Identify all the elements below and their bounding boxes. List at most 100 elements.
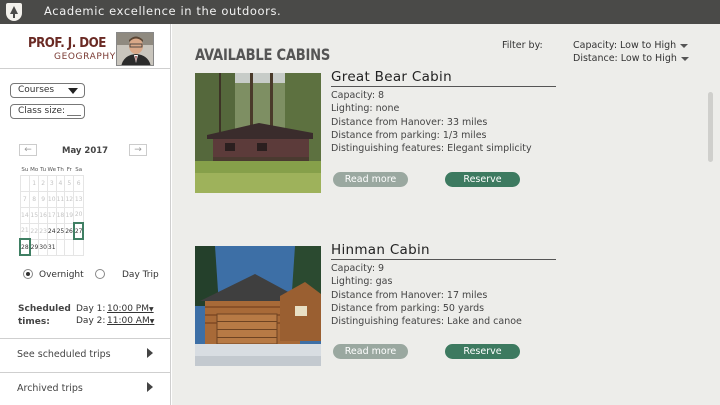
cabin-distance-parking: Distance from parking: 1/3 miles xyxy=(331,130,487,141)
scrollbar-thumb[interactable] xyxy=(708,92,713,162)
chevron-down-icon xyxy=(68,88,78,94)
calendar-day: 20 xyxy=(73,206,84,224)
divider xyxy=(331,259,556,260)
cabin-capacity: Capacity: 8 xyxy=(331,90,385,101)
professor-name: PROF. J. DOE xyxy=(28,35,106,51)
arrow-left-icon[interactable]: ← xyxy=(19,144,37,156)
calendar-day: 18 xyxy=(55,206,66,224)
calendar-day: 22 xyxy=(29,222,40,240)
day2-time: 11:00 AM xyxy=(107,316,150,326)
calendar-day: 10 xyxy=(46,190,57,208)
courses-dropdown[interactable]: Courses xyxy=(10,83,85,98)
class-size-field[interactable]: Class size: xyxy=(10,104,85,119)
calendar-week: 123456 xyxy=(19,174,84,192)
avatar xyxy=(116,32,154,66)
chevron-down-icon: ▼ xyxy=(149,318,155,325)
department: GEOGRAPHY xyxy=(54,52,116,62)
capacity-filter-dropdown[interactable]: Capacity: Low to High xyxy=(573,40,689,51)
archived-trips-link[interactable]: Archived trips xyxy=(0,372,171,405)
great-bear-cabin-photo xyxy=(195,73,321,193)
class-size-value[interactable] xyxy=(67,115,81,116)
calendar-empty-cell xyxy=(73,238,84,256)
calendar-day: 5 xyxy=(64,174,75,192)
weekday-header: Tu xyxy=(40,166,47,173)
calendar-day[interactable]: 29 xyxy=(29,238,40,256)
weekday-header: Th xyxy=(56,166,64,173)
calendar-day[interactable]: 24 xyxy=(46,222,57,240)
divider xyxy=(331,86,556,87)
cabin-card: Great Bear Cabin Capacity: 8 Lighting: n… xyxy=(195,69,695,198)
main-content: AVAILABLE CABINS Filter by: Capacity: Lo… xyxy=(172,24,720,405)
calendar-day: 12 xyxy=(64,190,75,208)
cabin-distance-hanover: Distance from Hanover: 33 miles xyxy=(331,117,488,128)
calendar-day: 15 xyxy=(29,206,40,224)
calendar-day[interactable]: 31 xyxy=(46,238,57,256)
calendar-day: 19 xyxy=(64,206,75,224)
cabin-lighting: Lighting: none xyxy=(331,103,400,114)
calendar-day[interactable]: 26 xyxy=(64,222,75,240)
calendar-week: 7 8 9 10 11 12 13 xyxy=(19,190,84,208)
cabin-lighting: Lighting: gas xyxy=(331,276,393,287)
weekday-header: Mo xyxy=(30,166,39,173)
reserve-button[interactable]: Reserve xyxy=(445,344,520,359)
cabin-distance-parking: Distance from parking: 50 yards xyxy=(331,303,485,314)
chevron-right-icon xyxy=(147,348,153,358)
day2-label: Day 2: xyxy=(76,316,106,326)
arrow-right-icon[interactable]: → xyxy=(129,144,147,156)
calendar-day: 1 xyxy=(29,174,40,192)
calendar-day: 11 xyxy=(55,190,66,208)
weekday-header: Sa xyxy=(75,166,83,173)
day1-label: Day 1: xyxy=(76,304,106,314)
read-more-button[interactable]: Read more xyxy=(333,344,408,359)
distance-filter-dropdown[interactable]: Distance: Low to High xyxy=(573,53,689,64)
calendar-day: 16 xyxy=(38,206,48,224)
calendar-grid: Su Mo Tu We Th Fr Sa 1 2 3 4 5 6 7 8 9 10 11 12 13 14 15 16 17… xyxy=(19,165,85,256)
day1-time-select[interactable]: 10:00 PM▼ xyxy=(107,304,154,314)
see-scheduled-trips-label: See scheduled trips xyxy=(17,349,111,360)
cabin-title: Great Bear Cabin xyxy=(331,69,452,85)
see-scheduled-trips-link[interactable]: See scheduled trips xyxy=(0,338,171,370)
profile-header: PROF. J. DOE GEOGRAPHY xyxy=(0,24,171,69)
scheduled-label-2: times: xyxy=(18,317,50,327)
calendar-day: 3 xyxy=(46,174,57,192)
calendar-day: 17 xyxy=(46,206,57,224)
calendar-empty-cell xyxy=(64,238,75,256)
calendar-day: 8 xyxy=(29,190,40,208)
calendar-day[interactable]: 27 xyxy=(72,222,85,240)
calendar-day: 9 xyxy=(38,190,48,208)
calendar-day[interactable]: 30 xyxy=(38,238,48,256)
calendar-day[interactable]: 25 xyxy=(55,222,66,240)
page-title: AVAILABLE CABINS xyxy=(195,45,331,64)
reserve-button[interactable]: Reserve xyxy=(445,172,520,187)
chevron-down-icon xyxy=(680,56,689,61)
day1-time: 10:00 PM xyxy=(107,304,149,314)
cabin-features: Distinguishing features: Lake and canoe xyxy=(331,316,522,327)
calendar-day: 4 xyxy=(55,174,66,192)
tree-logo-icon[interactable] xyxy=(6,3,22,21)
calendar-day: 2 xyxy=(38,174,48,192)
hinman-cabin-photo xyxy=(195,246,321,366)
calendar-day: 7 xyxy=(19,190,31,208)
overnight-label: Overnight xyxy=(39,270,84,280)
day-trip-radio[interactable] xyxy=(95,269,105,279)
chevron-right-icon xyxy=(147,382,153,392)
distance-filter-label: Distance: Low to High xyxy=(573,53,677,64)
sidebar: PROF. J. DOE GEOGRAPHY Courses Class siz… xyxy=(0,24,171,405)
calendar-day[interactable]: 28 xyxy=(19,238,31,256)
day-trip-label: Day Trip xyxy=(122,270,159,280)
day2-time-select[interactable]: 11:00 AM▼ xyxy=(107,316,154,326)
overnight-radio[interactable] xyxy=(23,269,33,279)
calendar-day: 21 xyxy=(19,222,31,240)
calendar-week: 14 15 16 17 18 19 20 xyxy=(19,206,84,224)
cabin-distance-hanover: Distance from Hanover: 17 miles xyxy=(331,290,488,301)
read-more-button[interactable]: Read more xyxy=(333,172,408,187)
chevron-down-icon: ▼ xyxy=(149,306,154,313)
chevron-down-icon xyxy=(680,43,689,48)
archived-trips-label: Archived trips xyxy=(17,383,83,394)
calendar-day: 23 xyxy=(38,222,48,240)
calendar-day: 6 xyxy=(73,174,84,192)
calendar-month: May 2017 xyxy=(62,146,109,156)
tagline: Academic excellence in the outdoors. xyxy=(44,4,282,18)
filter-by-label: Filter by: xyxy=(502,40,543,51)
calendar-day: 13 xyxy=(73,190,84,208)
